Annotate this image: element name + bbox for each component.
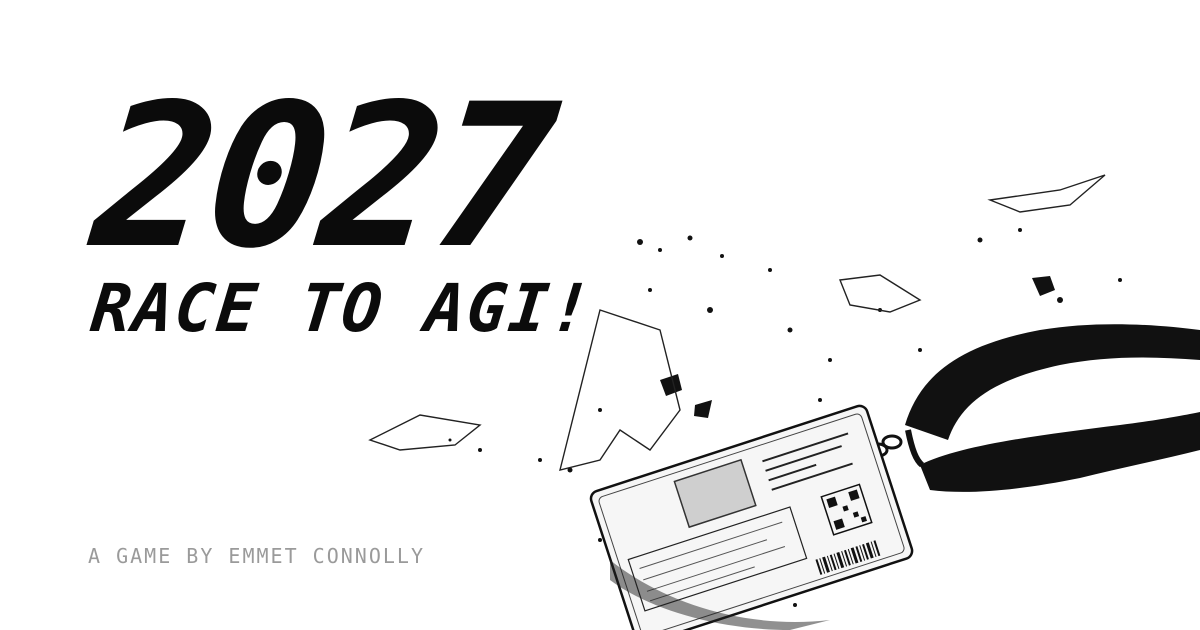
title-card: 2027 RACE TO AGI! A GAME BY EMMET CONNOL… [0, 0, 1200, 630]
id-badge-lanyard-illustration [368, 174, 1200, 630]
lanyard-strap [905, 324, 1200, 492]
